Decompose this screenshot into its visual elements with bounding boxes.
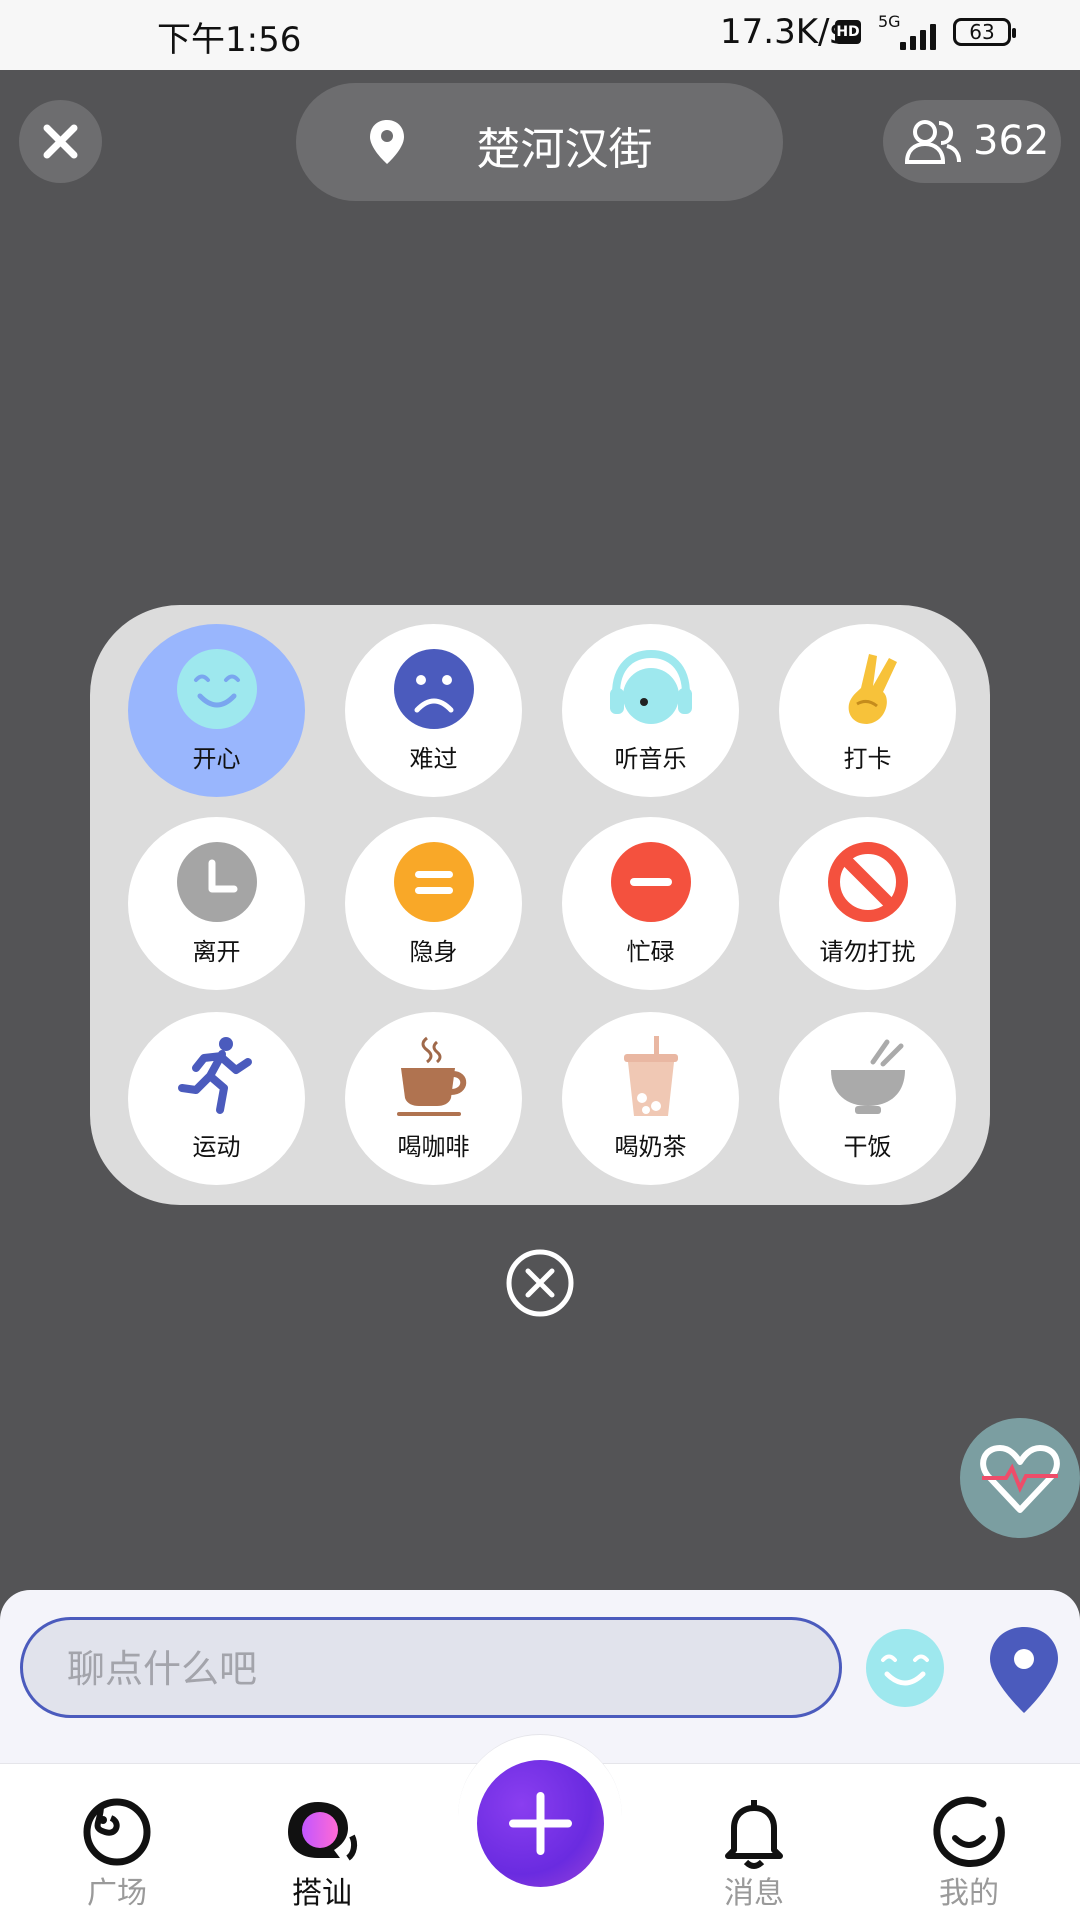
tab-label: 消息 [724,1876,784,1911]
mood-label: 难过 [409,745,458,773]
status-bar: 下午1:56 17.3K/s HD 5G 63 [0,0,1080,70]
tab-mine[interactable]: 我的 [904,1764,1034,1921]
tab-label: 我的 [939,1876,999,1911]
mood-happy[interactable]: 开心 [128,624,305,797]
mood-panel: 开心 难过 听音乐 打卡 离开 隐身 忙碌 请勿打扰 运动 喝咖啡 喝奶茶 干饭 [90,605,990,1205]
mood-milk-tea[interactable]: 喝奶茶 [562,1012,739,1185]
headphones-icon [609,649,692,724]
mood-label: 打卡 [843,745,892,773]
mood-sad[interactable]: 难过 [345,624,522,797]
mood-label: 喝奶茶 [614,1133,687,1161]
status-time: 下午1:56 [157,20,302,60]
mood-label: 干饭 [843,1133,892,1161]
close-button[interactable] [19,100,102,183]
clock-icon [176,842,257,922]
emoji-button[interactable] [865,1628,945,1708]
users-icon [904,120,961,164]
chat-input-wrapper[interactable] [20,1617,842,1718]
tab-chat-up[interactable]: 搭讪 [257,1764,387,1921]
tab-plaza[interactable]: 广场 [52,1764,182,1921]
running-icon [177,1037,252,1114]
plus-icon [509,1792,572,1855]
do-not-disturb-icon [827,842,908,922]
heart-pulse-icon [980,1445,1060,1513]
mood-label: 运动 [192,1133,241,1161]
mood-exercise[interactable]: 运动 [128,1012,305,1185]
victory-hand-icon [848,654,897,724]
location-pill[interactable]: 楚河汉街 [296,83,783,201]
mood-label: 听音乐 [614,745,687,773]
chat-bubble-icon [288,1802,358,1861]
mood-label: 喝咖啡 [397,1133,470,1161]
online-count: 362 [973,118,1050,164]
tab-label: 搭讪 [292,1876,352,1911]
invisible-icon [393,842,474,922]
plaza-icon [83,1798,151,1866]
mood-coffee[interactable]: 喝咖啡 [345,1012,522,1185]
mood-eat[interactable]: 干饭 [779,1012,956,1185]
mood-away[interactable]: 离开 [128,817,305,990]
busy-icon [610,842,691,922]
signal-icon [890,20,938,50]
mood-label: 请勿打扰 [819,938,916,966]
mood-label: 离开 [192,938,241,966]
rice-bowl-icon [830,1039,905,1114]
coffee-icon [396,1036,466,1116]
battery-icon: 63 [953,18,1016,46]
bell-icon [725,1800,783,1869]
heartbeat-button[interactable] [960,1418,1080,1538]
hd-badge: HD [835,20,861,44]
mood-busy[interactable]: 忙碌 [562,817,739,990]
mood-label: 开心 [192,745,241,773]
tab-label: 广场 [87,1876,147,1911]
mood-label: 忙碌 [626,938,675,966]
mood-invisible[interactable]: 隐身 [345,817,522,990]
mood-checkin[interactable]: 打卡 [779,624,956,797]
mood-label: 隐身 [409,938,458,966]
location-name: 楚河汉街 [476,124,653,175]
mood-do-not-disturb[interactable]: 请勿打扰 [779,817,956,990]
happy-face-icon [176,649,257,729]
close-panel-button[interactable] [505,1248,575,1318]
mood-music[interactable]: 听音乐 [562,624,739,797]
milk-tea-icon [623,1036,678,1116]
create-button[interactable] [477,1760,604,1887]
tab-messages[interactable]: 消息 [689,1764,819,1921]
online-users-pill[interactable]: 362 [883,100,1061,183]
send-location-button[interactable] [988,1625,1060,1715]
close-icon [43,124,78,159]
profile-face-icon [933,1796,1005,1867]
chat-input[interactable] [65,1620,769,1717]
sad-face-icon [393,649,474,729]
network-speed: 17.3K/s [720,12,848,52]
